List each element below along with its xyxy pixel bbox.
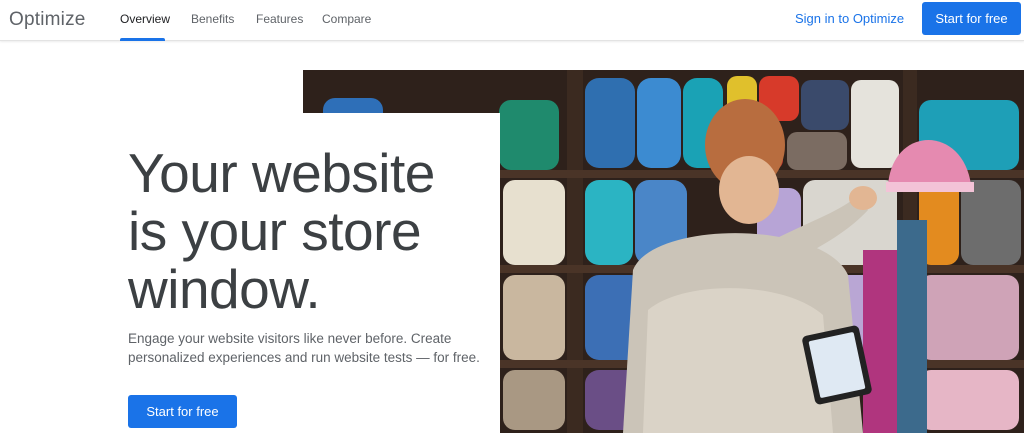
nav-tab-benefits[interactable]: Benefits — [191, 12, 234, 26]
hero-headline: Your website is your store window. — [128, 144, 488, 318]
nav-tab-compare[interactable]: Compare — [322, 12, 371, 26]
nav-tab-overview[interactable]: Overview — [120, 12, 170, 26]
hero-headline-line-1: Your website — [128, 142, 435, 204]
hero-description: Engage your website visitors like never … — [128, 329, 488, 367]
header-start-for-free-button[interactable]: Start for free — [922, 2, 1021, 35]
hero-description-line-2: personalized experiences and run website… — [128, 350, 480, 365]
hero-headline-line-2: is your store — [128, 200, 422, 262]
nav-tab-features[interactable]: Features — [256, 12, 303, 26]
hero-description-line-1: Engage your website visitors like never … — [128, 331, 452, 346]
top-navigation-bar: Optimize Overview Benefits Features Comp… — [0, 0, 1024, 41]
optimize-logo[interactable]: Optimize — [9, 9, 86, 31]
hero-start-for-free-button[interactable]: Start for free — [128, 395, 237, 428]
hero-headline-line-3: window. — [128, 258, 321, 320]
active-tab-indicator — [120, 38, 165, 41]
sign-in-link[interactable]: Sign in to Optimize — [795, 11, 904, 26]
